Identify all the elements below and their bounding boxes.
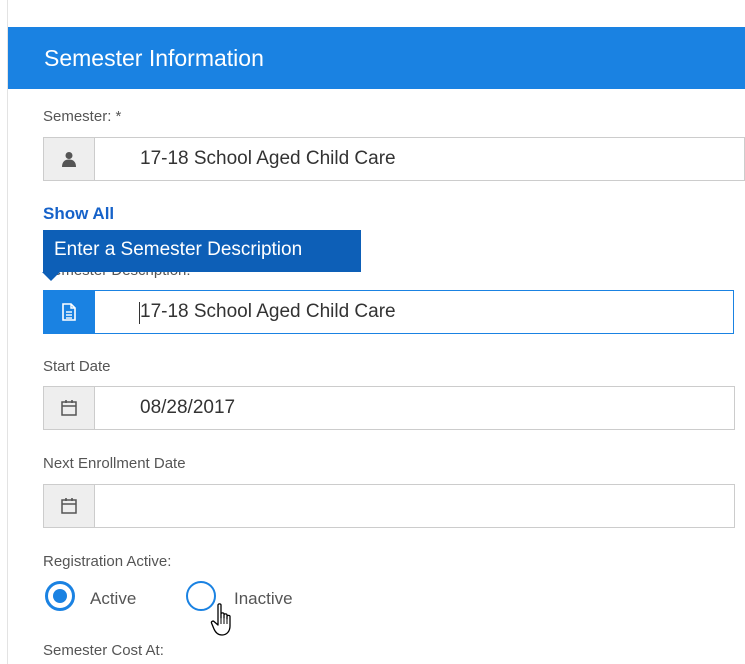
description-input[interactable]: 17-18 School Aged Child Care	[43, 290, 734, 334]
description-tooltip: Enter a Semester Description	[43, 230, 361, 272]
hand-cursor-icon	[210, 603, 231, 636]
show-all-link[interactable]: Show All	[43, 204, 114, 224]
calendar-icon	[44, 387, 95, 429]
start-date-value: 08/28/2017	[140, 397, 236, 418]
tooltip-arrow	[42, 272, 60, 281]
semester-field[interactable]: 17-18 School Aged Child Care	[43, 137, 745, 181]
panel-header: Semester Information	[8, 27, 745, 89]
calendar-icon	[44, 485, 95, 527]
next-enrollment-input[interactable]	[43, 484, 735, 528]
start-date-input[interactable]: 08/28/2017	[43, 386, 735, 430]
user-icon	[44, 138, 95, 180]
panel-title: Semester Information	[44, 45, 264, 71]
semester-value: 17-18 School Aged Child Care	[140, 148, 396, 169]
panel-left-border	[7, 0, 8, 664]
radio-active-label[interactable]: Active	[90, 589, 136, 609]
next-enrollment-label: Next Enrollment Date	[43, 455, 186, 472]
start-date-label: Start Date	[43, 358, 111, 375]
registration-label: Registration Active:	[43, 553, 172, 570]
radio-active[interactable]	[45, 581, 75, 611]
radio-inactive-label[interactable]: Inactive	[234, 589, 293, 609]
semester-label: Semester: *	[43, 108, 122, 125]
cost-label: Semester Cost At:	[43, 642, 164, 659]
description-value: 17-18 School Aged Child Care	[140, 301, 396, 322]
document-icon	[44, 291, 95, 333]
